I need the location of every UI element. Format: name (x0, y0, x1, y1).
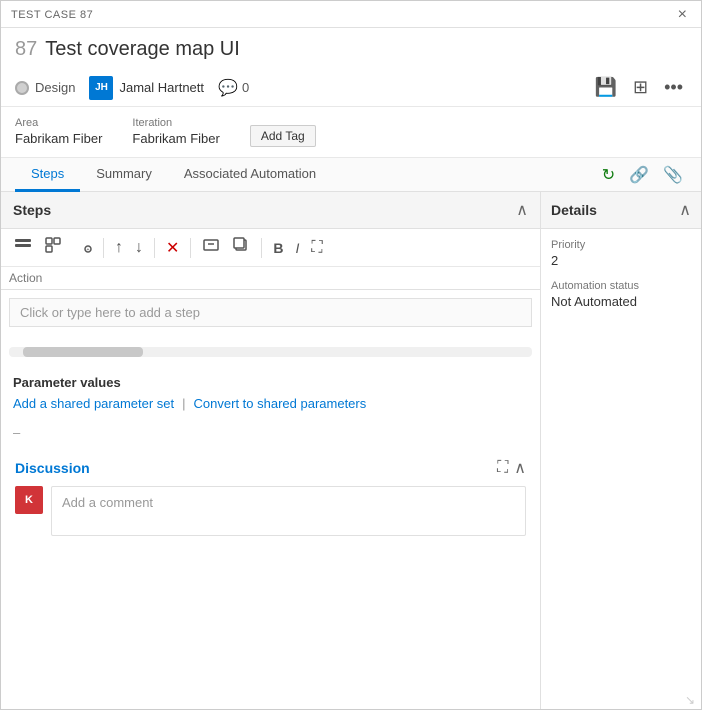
param-links: Add a shared parameter set | Convert to … (13, 396, 528, 411)
automation-status-label: Automation status (551, 280, 691, 292)
scrollbar-thumb (23, 347, 143, 357)
details-panel: Details ∧ Priority 2 Automation status N… (541, 192, 701, 709)
toolbar-actions: 💾 ⊞ ••• (591, 75, 687, 100)
steps-table-header: Action (1, 267, 540, 290)
avatar-initials: JH (95, 82, 108, 93)
add-step-input[interactable]: Click or type here to add a step (9, 298, 532, 327)
bold-button[interactable]: B (268, 237, 288, 259)
status-circle (15, 81, 29, 95)
more-options-button[interactable]: ••• (660, 75, 687, 100)
page-title: Test coverage map UI (45, 38, 240, 61)
save-button[interactable]: 💾 (591, 75, 621, 100)
insert-action-button[interactable]: + (69, 233, 97, 262)
move-down-button[interactable]: ↓ (130, 236, 148, 260)
discussion-controls: ⛶ ∧ (497, 458, 526, 478)
convert-to-shared-link[interactable]: Convert to shared parameters (194, 396, 367, 411)
steps-toolbar: + ↑ ↓ ✕ B I ⛶ (1, 229, 540, 267)
user-name: Jamal Hartnett (119, 80, 204, 95)
priority-value: 2 (551, 253, 691, 268)
add-shared-param-link[interactable]: Add a shared parameter set (13, 396, 174, 411)
meta-section: Area Fabrikam Fiber Iteration Fabrikam F… (1, 107, 701, 158)
toolbar-divider-3 (190, 238, 191, 258)
param-section: Parameter values Add a shared parameter … (1, 365, 540, 421)
main-content: Steps ∧ + ↑ ↓ ✕ (1, 192, 701, 709)
discussion-section: Discussion ⛶ ∧ K Add a comment (1, 450, 540, 550)
priority-label: Priority (551, 239, 691, 251)
details-title: Details (551, 202, 597, 218)
clone-button[interactable] (227, 233, 255, 262)
scrollbar-track (9, 347, 532, 357)
delete-button[interactable]: ✕ (161, 235, 184, 261)
steps-section-title: Steps (13, 202, 51, 218)
scrollbar-area[interactable] (1, 343, 540, 361)
comment-count: 0 (242, 80, 249, 95)
status-label: Design (35, 80, 75, 95)
comment-input[interactable]: Add a comment (51, 486, 526, 536)
comment-icon: 💬 (218, 78, 238, 98)
insert-param-button[interactable] (197, 233, 225, 262)
area-label: Area (15, 117, 102, 129)
param-separator: | (182, 396, 185, 411)
resize-handle[interactable]: ↘ (685, 693, 697, 705)
details-collapse-button[interactable]: ∧ (679, 200, 691, 220)
automation-status-field: Automation status Not Automated (551, 280, 691, 309)
dash-line: – (1, 421, 540, 444)
user-info[interactable]: JH Jamal Hartnett (89, 76, 204, 100)
area-value: Fabrikam Fiber (15, 131, 102, 146)
toolbar-divider-4 (261, 238, 262, 258)
toolbar-divider-1 (103, 238, 104, 258)
title-bar: TEST CASE 87 × (1, 1, 701, 28)
add-tag-button[interactable]: Add Tag (250, 125, 316, 147)
tabs-row: Steps Summary Associated Automation ↻ 🔗 … (1, 158, 701, 192)
discussion-title: Discussion (15, 460, 90, 476)
details-body: Priority 2 Automation status Not Automat… (541, 229, 701, 331)
title-bar-label: TEST CASE 87 (11, 9, 93, 21)
insert-shared-step-button[interactable] (39, 233, 67, 262)
item-number: 87 (15, 38, 37, 61)
action-column-header: Action (9, 271, 532, 285)
discussion-expand-button[interactable]: ⛶ (497, 459, 508, 477)
main-title-row: 87 Test coverage map UI (1, 28, 701, 69)
close-button[interactable]: × (674, 7, 691, 23)
link-icon-button[interactable]: 🔗 (625, 161, 653, 189)
move-up-button[interactable]: ↑ (110, 236, 128, 260)
refresh-icon-button[interactable]: ↻ (598, 161, 619, 189)
comment-row: K Add a comment (15, 486, 526, 536)
details-header: Details ∧ (541, 192, 701, 229)
steps-panel: Steps ∧ + ↑ ↓ ✕ (1, 192, 541, 709)
attach-icon-button[interactable]: 📎 (659, 161, 687, 189)
iteration-field: Iteration Fabrikam Fiber (132, 117, 219, 146)
toolbar-divider-2 (154, 238, 155, 258)
status-badge[interactable]: Design (15, 80, 75, 95)
discussion-collapse-button[interactable]: ∧ (514, 458, 526, 478)
avatar: JH (89, 76, 113, 100)
automation-status-value: Not Automated (551, 294, 691, 309)
steps-section-header: Steps ∧ (1, 192, 540, 229)
step-add-area: Click or type here to add a step (1, 290, 540, 335)
steps-collapse-button[interactable]: ∧ (516, 200, 528, 220)
share-button[interactable]: ⊞ (629, 75, 652, 100)
italic-button[interactable]: I (291, 237, 305, 259)
area-field: Area Fabrikam Fiber (15, 117, 102, 146)
toolbar-row: Design JH Jamal Hartnett 💬 0 💾 ⊞ ••• (1, 69, 701, 107)
tab-associated-automation[interactable]: Associated Automation (168, 158, 332, 192)
priority-field: Priority 2 (551, 239, 691, 268)
iteration-value: Fabrikam Fiber (132, 131, 219, 146)
tab-steps[interactable]: Steps (15, 158, 80, 192)
comment-avatar: K (15, 486, 43, 514)
discussion-header: Discussion ⛶ ∧ (15, 450, 526, 486)
iteration-label: Iteration (132, 117, 219, 129)
insert-step-button[interactable] (9, 233, 37, 262)
tab-summary[interactable]: Summary (80, 158, 168, 192)
param-title: Parameter values (13, 375, 528, 390)
svg-text:+: + (87, 247, 90, 253)
comment-badge[interactable]: 💬 0 (218, 78, 249, 98)
tab-icons: ↻ 🔗 📎 (598, 161, 687, 189)
expand-button[interactable]: ⛶ (306, 236, 327, 260)
